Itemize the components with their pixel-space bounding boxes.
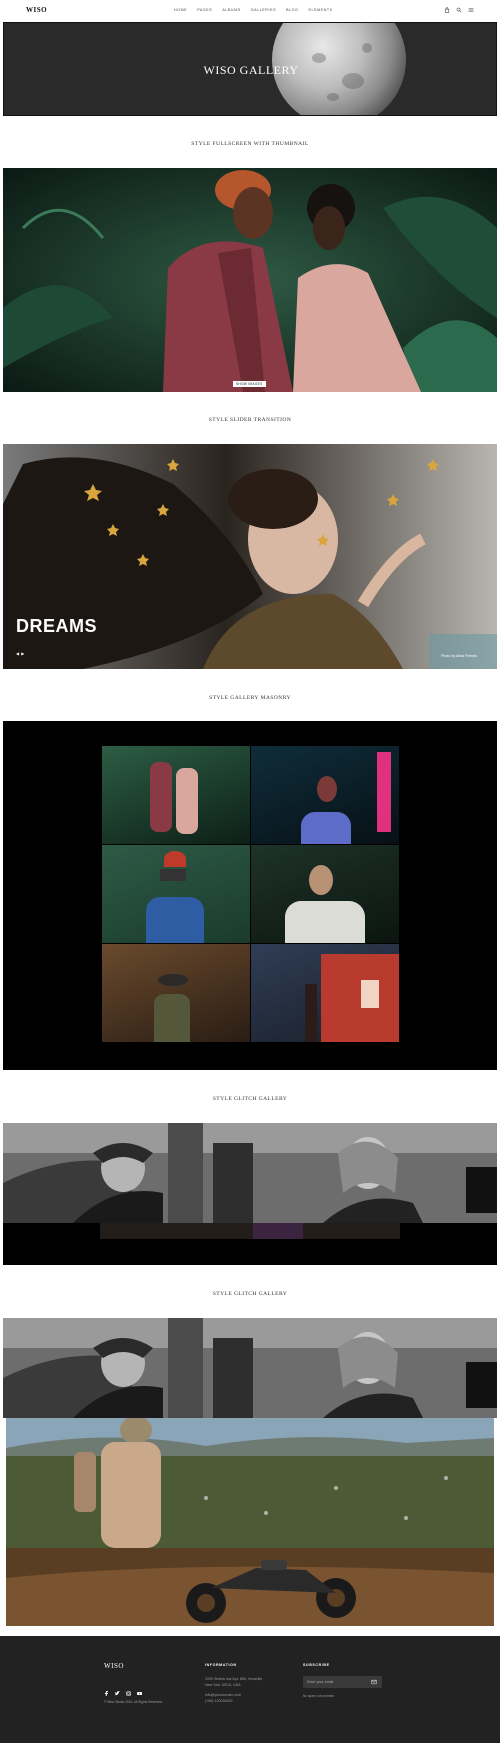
masonry-item-forest-woman[interactable] bbox=[102, 944, 250, 1042]
address-line-1: 2005 Stokes Isle Apt. 896, Venaville, bbox=[205, 1677, 264, 1681]
slide-caption: DREAMS bbox=[16, 616, 98, 636]
car-couple-photo bbox=[3, 1123, 497, 1265]
social-links bbox=[104, 1691, 142, 1696]
section-title-fullscreen: STYLE FULLSCREEN WITH THUMBNAIL bbox=[191, 141, 309, 147]
site-footer: WISO © Wiso Studio 2016. All Rights Rese… bbox=[0, 1636, 500, 1743]
menu-item-elements[interactable]: ELEMENTS bbox=[308, 8, 332, 12]
information-title: INFORMATION bbox=[205, 1663, 237, 1667]
masonry-item-red-shop[interactable] bbox=[251, 944, 399, 1042]
copyright-text: © Wiso Studio 2016. All Rights Reserved. bbox=[104, 1700, 163, 1704]
no-spam-note: No spam, we promise. bbox=[303, 1694, 335, 1698]
masonry-gallery bbox=[3, 721, 497, 1070]
glitch-gallery-2-landscape[interactable] bbox=[6, 1418, 494, 1548]
menu-icon[interactable] bbox=[468, 7, 474, 13]
subscribe-title: SUBSCRIBE bbox=[303, 1663, 330, 1667]
facebook-icon[interactable] bbox=[104, 1691, 109, 1696]
vimeo-icon[interactable] bbox=[137, 1691, 142, 1696]
contact-email[interactable]: info@yourdomain.com bbox=[205, 1693, 241, 1699]
photo-credit: Photo by Alina Friends bbox=[441, 654, 477, 658]
hero-banner: WISO GALLERY bbox=[3, 22, 497, 116]
hero-title: WISO GALLERY bbox=[203, 63, 299, 77]
section-title-glitch-1: STYLE GLITCH GALLERY bbox=[212, 1096, 288, 1102]
show-images-button[interactable]: SHOW IMAGES bbox=[233, 381, 266, 387]
masonry-item-fern-girl[interactable] bbox=[251, 845, 399, 943]
masonry-item-camera-girl[interactable] bbox=[102, 845, 250, 943]
glitch-gallery-1[interactable] bbox=[3, 1123, 497, 1265]
slider-image[interactable]: DREAMS ◀ ▶ Photo by Alina Friends bbox=[3, 444, 497, 669]
contact-phone: (+68) 120034509 bbox=[205, 1699, 233, 1703]
glitch-gallery-2-top[interactable] bbox=[3, 1318, 497, 1418]
fullscreen-gallery-image[interactable]: SHOW IMAGES bbox=[3, 168, 497, 392]
cart-icon[interactable] bbox=[444, 7, 450, 13]
menu-item-albums[interactable]: ALBUMS bbox=[222, 8, 240, 12]
slide-prev-next-arrows[interactable]: ◀ ▶ bbox=[16, 651, 24, 656]
search-icon[interactable] bbox=[456, 7, 462, 13]
masonry-item-neon-man[interactable] bbox=[251, 746, 399, 844]
main-menu: HOME PAGES ALBUMS GALLERIES BLOG ELEMENT… bbox=[174, 8, 333, 12]
address-line-2: New York 10010, USA bbox=[205, 1683, 241, 1687]
mail-icon[interactable] bbox=[371, 1679, 377, 1685]
section-title-masonry: STYLE GALLERY MASONRY bbox=[209, 695, 291, 701]
section-title-glitch-2: STYLE GLITCH GALLERY bbox=[212, 1291, 288, 1297]
footer-logo[interactable]: WISO bbox=[104, 1662, 124, 1670]
glitch-gallery-2-motorbike[interactable] bbox=[6, 1548, 494, 1626]
menu-item-galleries[interactable]: GALLERIES bbox=[251, 8, 276, 12]
twitter-icon[interactable] bbox=[115, 1691, 120, 1696]
section-title-slider: STYLE SLIDER TRANSITION bbox=[208, 417, 292, 423]
menu-item-blog[interactable]: BLOG bbox=[286, 8, 298, 12]
menu-item-home[interactable]: HOME bbox=[174, 8, 187, 12]
couple-photo bbox=[3, 168, 497, 392]
masonry-item-couple[interactable] bbox=[102, 746, 250, 844]
motorbike-photo bbox=[6, 1548, 494, 1626]
top-nav: WISO HOME PAGES ALBUMS GALLERIES BLOG EL… bbox=[0, 0, 500, 22]
car-couple-photo-2 bbox=[3, 1318, 497, 1418]
site-logo[interactable]: WISO bbox=[26, 6, 47, 14]
astronaut-landscape-photo bbox=[6, 1418, 494, 1548]
instagram-icon[interactable] bbox=[126, 1691, 131, 1696]
menu-item-pages[interactable]: PAGES bbox=[197, 8, 212, 12]
